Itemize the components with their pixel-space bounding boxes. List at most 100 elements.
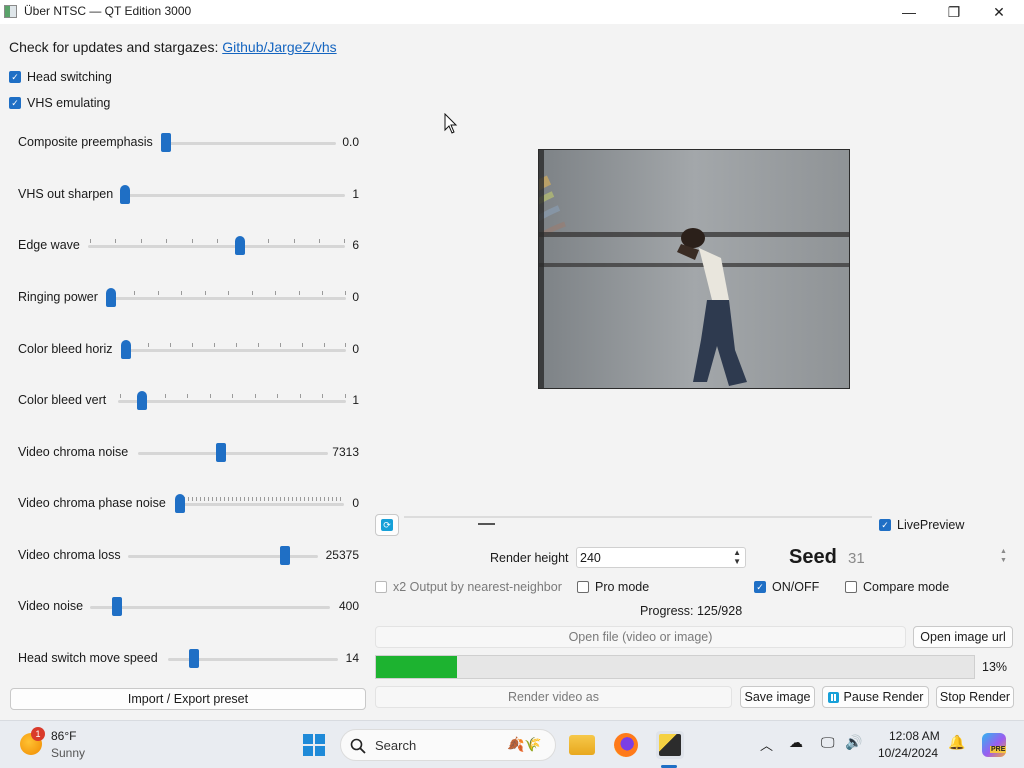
main-window: Check for updates and stargazes: Github/… [0, 24, 1024, 720]
seed-label: Seed [789, 546, 837, 568]
live-preview-checkbox[interactable]: ✓ LivePreview [879, 518, 964, 532]
slider-vhs-out-sharpen: VHS out sharpen 1 [18, 184, 363, 206]
slider-handle[interactable] [235, 236, 245, 255]
slider-video-chroma-loss: Video chroma loss 25375 [18, 545, 363, 567]
slider-value: 7313 [332, 445, 359, 459]
checkbox-checked-icon: ✓ [9, 71, 21, 83]
pro-mode-checkbox[interactable]: Pro mode [577, 580, 649, 594]
frame-scrubber-handle[interactable] [478, 523, 495, 525]
on-off-checkbox[interactable]: ✓ ON/OFF [754, 580, 819, 594]
network-icon[interactable]: 🖵 [821, 734, 835, 751]
start-button[interactable] [300, 731, 328, 759]
slider-track[interactable] [90, 606, 330, 609]
slider-track[interactable] [118, 400, 346, 403]
slider-handle[interactable] [280, 546, 290, 565]
slider-handle[interactable] [120, 185, 130, 204]
seed-spinner-icon[interactable]: ▲ ▼ [1000, 547, 1007, 565]
x2-output-checkbox[interactable]: x2 Output by nearest-neighbor [375, 580, 562, 594]
slider-handle[interactable] [189, 649, 199, 668]
checkbox-checked-icon: ✓ [879, 519, 891, 531]
import-export-preset-button[interactable]: Import / Export preset [10, 688, 366, 710]
slider-track[interactable] [166, 142, 336, 145]
updates-line: Check for updates and stargazes: Github/… [9, 39, 337, 55]
slider-track[interactable] [138, 452, 328, 455]
slider-track[interactable] [126, 349, 346, 352]
slider-handle[interactable] [175, 494, 185, 513]
checkbox-unchecked-icon [375, 581, 387, 593]
slider-handle[interactable] [216, 443, 226, 462]
slider-ticks [120, 394, 346, 399]
slider-label: Color bleed horiz [18, 342, 113, 356]
slider-label: Video chroma phase noise [18, 496, 166, 510]
render-height-spinbox[interactable]: 240 ▲ ▼ [576, 547, 746, 568]
search-highlight-icon: 🍂🌾 [507, 736, 542, 752]
vhs-emulating-checkbox[interactable]: ✓ VHS emulating [9, 96, 110, 110]
slider-label: Head switch move speed [18, 651, 158, 665]
maximize-button[interactable]: ❐ [931, 0, 977, 24]
taskbar-search-box[interactable]: Search 🍂🌾 [340, 729, 556, 761]
slider-track[interactable] [111, 297, 346, 300]
spinner-arrows-icon[interactable]: ▲ ▼ [733, 548, 741, 566]
frame-scrubber-track[interactable] [404, 516, 872, 518]
chevron-up-icon[interactable]: ︿ [760, 735, 773, 754]
search-label: Search [375, 738, 417, 753]
windows-logo-icon [303, 734, 325, 756]
slider-label: Ringing power [18, 290, 98, 304]
stop-render-button[interactable]: Stop Render [936, 686, 1014, 708]
pause-render-button[interactable]: Pause Render [822, 686, 929, 708]
slider-value: 14 [345, 651, 359, 665]
slider-label: VHS out sharpen [18, 187, 114, 201]
slider-track[interactable] [88, 245, 345, 248]
notification-bell-icon[interactable]: 🔔 [948, 734, 965, 751]
save-image-button[interactable]: Save image [740, 686, 815, 708]
slider-handle[interactable] [137, 391, 147, 410]
seed-value[interactable]: 31 [848, 550, 865, 567]
slider-value: 0.0 [342, 135, 359, 149]
slider-ticks [111, 291, 346, 296]
minimize-button[interactable]: — [886, 0, 932, 24]
head-switching-checkbox[interactable]: ✓ Head switching [9, 70, 112, 84]
slider-handle[interactable] [161, 133, 171, 152]
slider-track[interactable] [125, 194, 345, 197]
cloud-sync-icon[interactable]: ☁ [789, 734, 803, 751]
slider-video-chroma-noise: Video chroma noise 7313 [18, 442, 363, 464]
close-button[interactable]: ✕ [976, 0, 1022, 24]
window-title: Über NTSC — QT Edition 3000 [24, 4, 192, 18]
slider-handle[interactable] [121, 340, 131, 359]
slider-track[interactable] [180, 503, 344, 506]
slider-label: Video chroma loss [18, 548, 121, 562]
copilot-icon[interactable]: PRE [982, 733, 1007, 757]
updates-text: Check for updates and stargazes: [9, 39, 219, 55]
github-link[interactable]: Github/JargeZ/vhs [222, 39, 336, 55]
ntsc-app-icon[interactable] [656, 731, 684, 759]
slider-value: 0 [352, 290, 359, 304]
weather-temp[interactable]: 86°F [51, 729, 76, 743]
pause-icon [827, 691, 839, 703]
compare-mode-checkbox[interactable]: Compare mode [845, 580, 949, 594]
slider-edge-wave: Edge wave 6 [18, 235, 363, 257]
slider-handle[interactable] [112, 597, 122, 616]
firefox-icon[interactable] [612, 731, 640, 759]
open-image-url-button[interactable]: Open image url [913, 626, 1013, 648]
app-icon [4, 5, 17, 18]
file-explorer-icon[interactable] [568, 731, 596, 759]
slider-ticks [126, 343, 346, 348]
render-video-as-button[interactable]: Render video as [375, 686, 732, 708]
title-bar[interactable]: Über NTSC — QT Edition 3000 — ❐ ✕ [0, 0, 1024, 24]
render-progress-bar [375, 655, 975, 679]
clock-time[interactable]: 12:08 AM [889, 729, 940, 743]
slider-label: Color bleed vert [18, 393, 107, 407]
slider-video-noise: Video noise 400 [18, 596, 363, 618]
slider-value: 6 [352, 238, 359, 252]
preview-frame-image [539, 150, 849, 388]
pro-mode-label: Pro mode [595, 580, 650, 594]
slider-handle[interactable] [106, 288, 116, 307]
refresh-button[interactable]: ⟳ [375, 514, 399, 536]
slider-label: Video chroma noise [18, 445, 129, 459]
slider-ticks [180, 497, 344, 502]
volume-icon[interactable]: 🔊 [845, 734, 862, 751]
clock-date[interactable]: 10/24/2024 [878, 746, 938, 760]
vhs-emulating-label: VHS emulating [27, 96, 111, 110]
open-file-button[interactable]: Open file (video or image) [375, 626, 906, 648]
mouse-cursor-icon [444, 113, 458, 134]
